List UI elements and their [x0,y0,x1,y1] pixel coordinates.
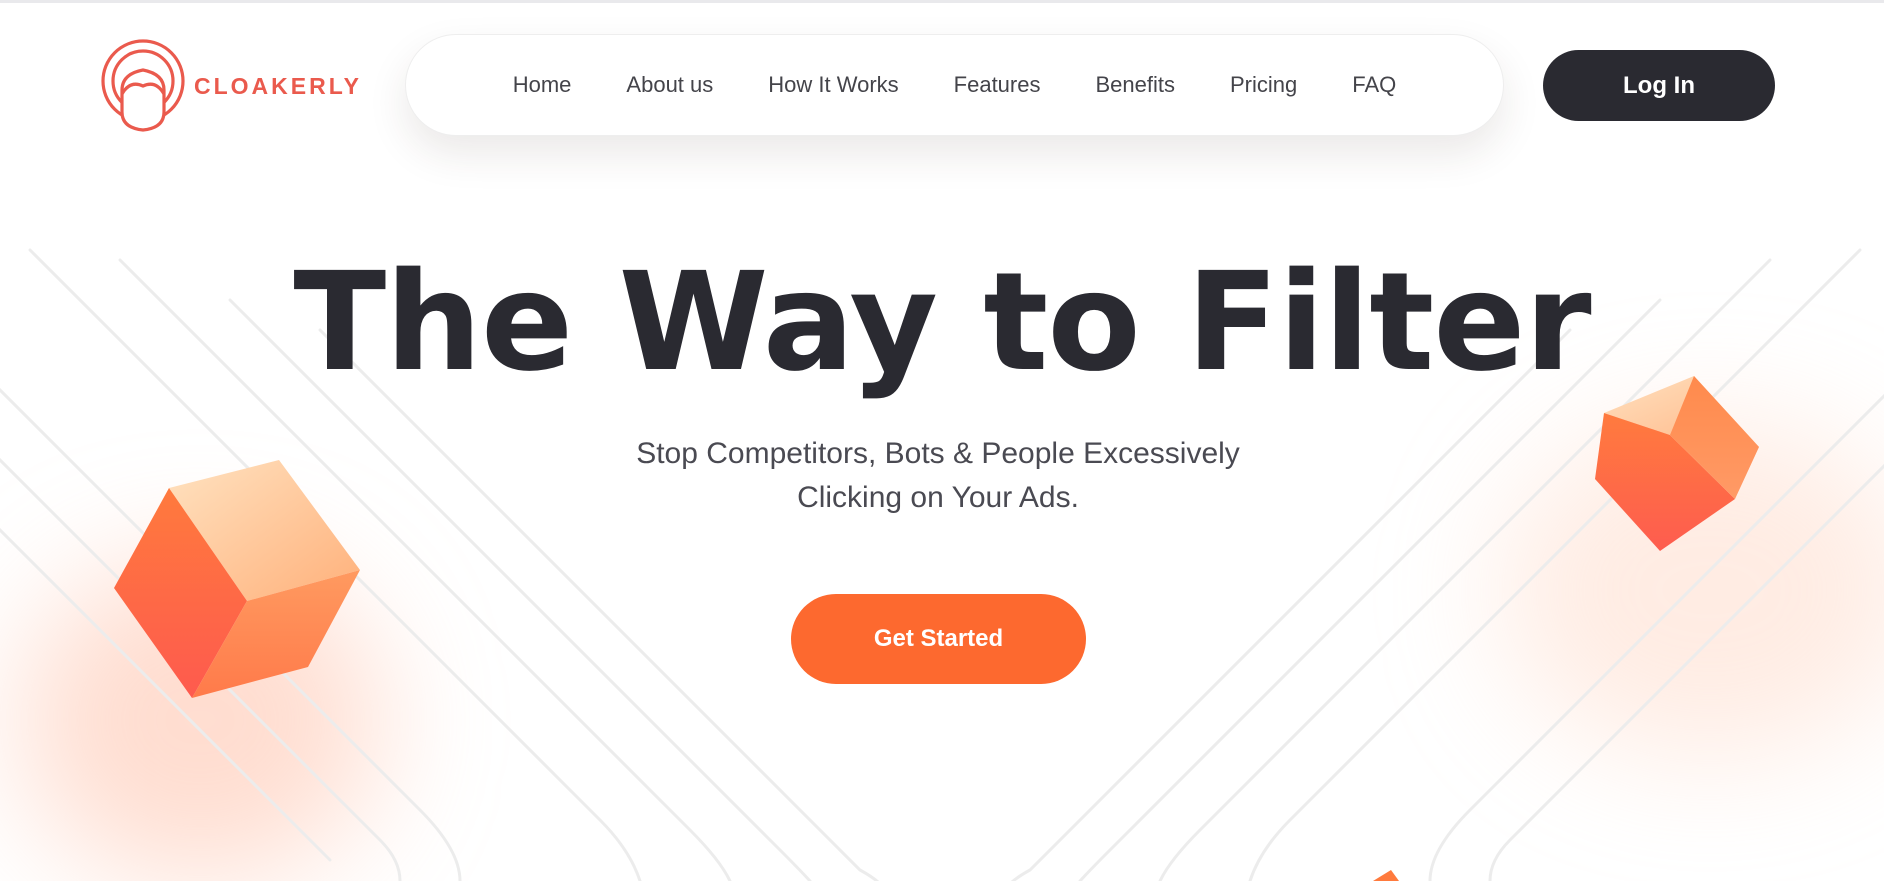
nav-item-benefits[interactable]: Benefits [1095,72,1175,98]
nav-item-pricing[interactable]: Pricing [1230,72,1297,98]
nav-item-faq[interactable]: FAQ [1352,72,1396,98]
hero-subtitle-line-2: Clicking on Your Ads. [797,481,1079,514]
login-button[interactable]: Log In [1543,50,1775,121]
masked-face-icon [101,39,185,132]
hero-subtitle-line-1: Stop Competitors, Bots & People Excessiv… [636,437,1240,470]
right-cube-decoration [1595,376,1759,551]
hero-subtitle: Stop Competitors, Bots & People Excessiv… [560,432,1316,520]
bottom-cube-decoration [1373,870,1399,881]
brand-name: CLOAKERLY [194,72,362,99]
nav-item-home[interactable]: Home [513,72,572,98]
main-navigation: Home About us How It Works Features Bene… [405,34,1504,136]
left-cube-decoration [114,460,360,698]
nav-item-how-it-works[interactable]: How It Works [768,72,898,98]
brand-logo[interactable]: CLOAKERLY [100,38,362,134]
nav-item-about-us[interactable]: About us [626,72,713,98]
nav-item-features[interactable]: Features [954,72,1041,98]
hero-title: The Way to Filter [293,244,1591,402]
get-started-button[interactable]: Get Started [791,594,1086,684]
